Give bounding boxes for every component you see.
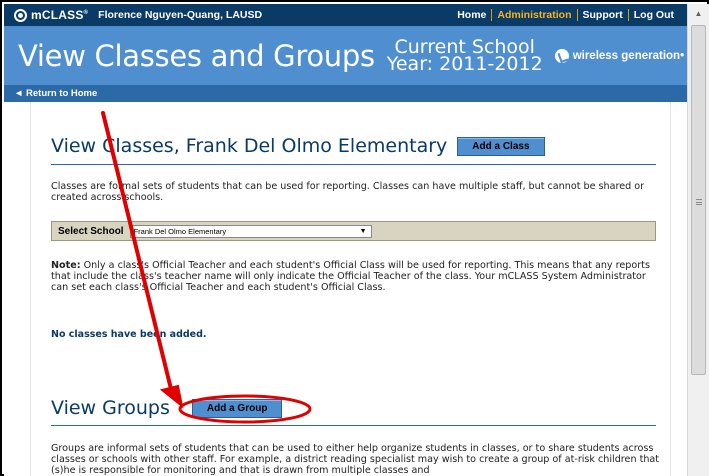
scrollbar-grip-icon: [696, 199, 702, 205]
main-content: View Classes, Frank Del Olmo Elementary …: [4, 102, 687, 476]
groups-header: View Groups Add a Group: [51, 397, 283, 419]
return-to-home-link[interactable]: ◄ Return to Home: [14, 88, 97, 99]
mclass-logo-text: mCLASS®: [31, 8, 89, 22]
top-bar: mCLASS® Florence Nguyen-Quang, LAUSD Hom…: [4, 4, 687, 26]
mclass-logo-icon: [14, 8, 27, 22]
nav-logout-link[interactable]: Log Out: [627, 9, 679, 21]
wireless-generation-icon: [554, 48, 569, 63]
nav-home-link[interactable]: Home: [452, 9, 491, 21]
wireless-generation-logo: wireless generation •: [554, 48, 684, 63]
groups-divider: [51, 425, 656, 426]
page-title: View Classes and Groups: [18, 38, 375, 73]
scrollbar-thumb[interactable]: [691, 25, 706, 375]
nav-support-link[interactable]: Support: [576, 9, 628, 21]
official-teacher-note: Note: Only a class's Official Teacher an…: [51, 260, 650, 293]
scroll-up-arrow-icon[interactable]: ▲: [688, 4, 709, 22]
school-year: Current School Year: 2011-2012: [386, 35, 543, 75]
mclass-logo[interactable]: mCLASS® Florence Nguyen-Quang, LAUSD: [14, 8, 262, 22]
content-panel: View Classes, Frank Del Olmo Elementary …: [30, 102, 671, 476]
classes-header: View Classes, Frank Del Olmo Elementary …: [51, 135, 545, 157]
select-school-label: Select School: [58, 225, 124, 237]
user-name: Florence Nguyen-Quang, LAUSD: [98, 9, 263, 21]
dropdown-caret-icon: ▼: [359, 227, 367, 235]
groups-title: View Groups: [51, 397, 170, 419]
groups-description: Groups are informal sets of students tha…: [51, 443, 660, 476]
top-nav: Home Administration Support Log Out: [452, 9, 679, 21]
vertical-scrollbar[interactable]: ▲: [687, 4, 709, 476]
browser-frame: mCLASS® Florence Nguyen-Quang, LAUSD Hom…: [0, 0, 709, 476]
add-class-button[interactable]: Add a Class: [457, 136, 545, 156]
classes-title: View Classes, Frank Del Olmo Elementary: [51, 135, 448, 157]
sub-nav-bar: ◄ Return to Home: [4, 85, 687, 102]
classes-description: Classes are formal sets of students that…: [51, 181, 645, 203]
nav-administration-link[interactable]: Administration: [491, 9, 576, 21]
classes-divider: [51, 164, 656, 165]
add-group-button[interactable]: Add a Group: [191, 398, 283, 418]
page-header: View Classes and Groups Current School Ye…: [4, 26, 687, 85]
select-school-bar: Select School Frank Del Olmo Elementary …: [51, 221, 656, 241]
no-classes-message: No classes have been added.: [51, 329, 207, 340]
school-select[interactable]: Frank Del Olmo Elementary ▼: [129, 224, 372, 238]
